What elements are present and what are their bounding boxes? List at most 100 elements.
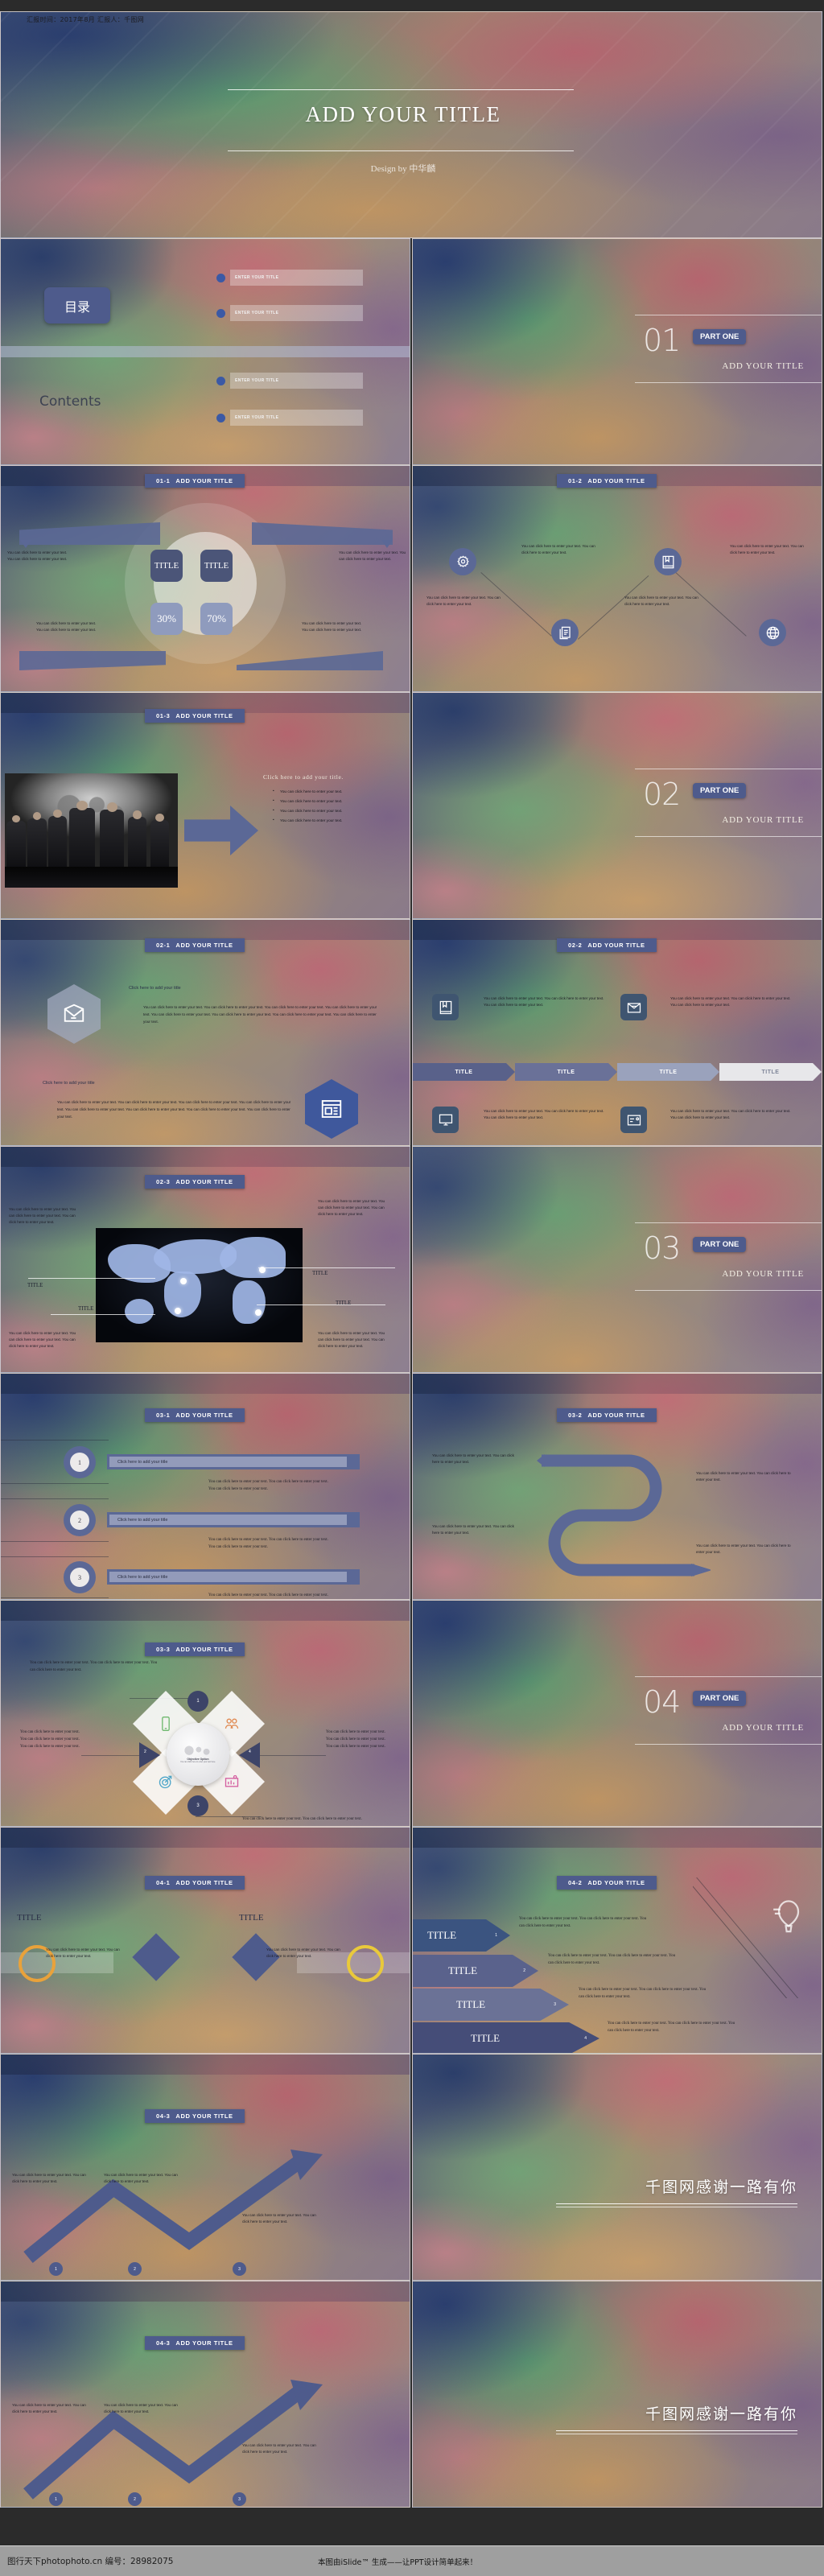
slide-title: ADD YOUR TITLE [175,477,233,484]
arrow-row-3[interactable]: TITLE 3 [413,1989,569,2021]
step-number-3[interactable]: 3 [64,1561,96,1593]
envelope-icon[interactable] [620,994,647,1020]
monitor-icon[interactable] [432,1107,459,1133]
toc-slide: 目录 Contents ENTER YOUR TITLE ENTER YOUR … [0,238,410,465]
section-rule-bottom [635,836,822,837]
toc-item-1[interactable]: ENTER YOUR TITLE [216,270,363,286]
arrow-label-1: TITLE [427,1929,457,1941]
slide-top-band [1,1374,410,1395]
slide-top-band [413,1374,822,1395]
step-text-1: You can click here to enter your text. Y… [521,544,595,555]
rule-decor [1,1498,109,1499]
zigzag-number-1[interactable]: 1 [49,2262,63,2276]
step-number-2[interactable]: 2 [64,1504,96,1536]
section-title: ADD YOUR TITLE [722,1723,804,1733]
slide-header-badge: 01-1 ADD YOUR TITLE [145,474,245,488]
hub-body: You can click here to enter your text he… [179,1761,216,1764]
slide-header-badge: 03-1 ADD YOUR TITLE [145,1408,245,1422]
chevron-step-1[interactable]: TITLE [413,1063,515,1081]
zigzag-number-2[interactable]: 2 [128,2492,142,2506]
toc-item-4[interactable]: ENTER YOUR TITLE [216,410,363,426]
mail-open-icon[interactable] [47,984,101,1044]
section-rule-bottom [635,1290,822,1291]
map-text-tl: You can click here to enter your text. Y… [9,1207,76,1225]
map-pin-4[interactable] [254,1309,262,1316]
chevron-step-4[interactable]: TITLE [719,1063,822,1081]
footer-bar: 图行天下photophoto.cn 编号：28982075 本图由iSlide™… [0,2545,824,2576]
chevron-step-2[interactable]: TITLE [515,1063,617,1081]
curve-text-2: You can click here to enter your text. Y… [696,1471,791,1482]
arrow-row-2[interactable]: TITLE 2 [413,1955,538,1987]
table-surface [5,867,178,888]
map-label-3: TITLE [78,1305,94,1312]
title-rule-top [228,89,574,90]
slide-number: 02-1 [156,942,171,949]
step-text-4: You can click here to enter your text. Y… [624,596,698,607]
pinwheel-text-bottom: You can click here to enter your text. Y… [242,1817,362,1821]
toc-item-2[interactable]: ENTER YOUR TITLE [216,305,363,321]
arrow-row-1[interactable]: TITLE 1 [413,1919,510,1952]
callout-bracket-bl [19,651,166,670]
step-title-3: Click here to add your title [109,1572,347,1582]
documents-icon[interactable] [551,619,579,646]
business-team-photo [5,773,178,888]
toc-item-3[interactable]: ENTER YOUR TITLE [216,373,363,389]
browser-window-icon[interactable] [305,1079,358,1139]
bullet-dot-icon [216,308,225,318]
ring-right [347,1945,384,1982]
zigzag-number-2[interactable]: 2 [128,2262,142,2276]
step-text-2: You can click here to enter your text. Y… [426,596,501,607]
slide-04-3-continued: 04-3 ADD YOUR TITLE You can click here to… [0,2281,410,2508]
zigzag-number-3[interactable]: 3 [233,2262,246,2276]
title-slide: 汇报时间：2017年8月 汇报人：千图网 ADD YOUR TITLE Desi… [0,11,822,238]
arrow-row-4[interactable]: TITLE 4 [413,2022,599,2053]
section-part-badge: PART ONE [693,1691,747,1706]
slide-header-badge: 02-3 ADD YOUR TITLE [145,1175,245,1189]
section-title: ADD YOUR TITLE [722,1269,804,1279]
pinwheel-number-3[interactable]: 3 [187,1795,208,1816]
feature-text-4: You can click here to enter your text. Y… [670,1109,791,1120]
slide-number: 02-2 [568,942,583,949]
step-number-1[interactable]: 1 [64,1446,96,1478]
arrow-index-2: 2 [523,1968,525,1973]
slide-title: ADD YOUR TITLE [175,1879,233,1886]
step-bar-2[interactable]: Click here to add your title [107,1512,360,1527]
slide-01-1: 01-1 ADD YOUR TITLE TITLE TITLE 30% 70% Y… [0,465,410,692]
section-body-2: You can click here to enter your text. Y… [57,1100,291,1119]
arrow-body-1: You can click here to enter your text. Y… [519,1917,647,1928]
title-rule-bottom [228,150,574,151]
step-bar-1[interactable]: Click here to add your title [107,1454,360,1469]
toc-item-label: ENTER YOUR TITLE [230,373,363,389]
leader-line-bl [51,1314,155,1315]
zigzag-number-3[interactable]: 3 [233,2492,246,2506]
book-icon[interactable] [654,548,682,575]
slide-04-3: 04-3 ADD YOUR TITLE You can click here to… [0,2054,410,2281]
pinwheel-hub: Objective Option You can click here to e… [167,1723,229,1786]
right-body: You can click here to enter your text. Y… [266,1947,340,1959]
feature-text-3: You can click here to enter your text. Y… [484,1109,604,1120]
book-icon[interactable] [432,994,459,1020]
zigzag-number-1[interactable]: 1 [49,2492,63,2506]
id-card-icon[interactable] [620,1107,647,1133]
slide-title: ADD YOUR TITLE [175,1412,233,1419]
section-title: ADD YOUR TITLE [722,361,804,371]
balloon-icon [772,1898,805,1941]
step-bar-3[interactable]: Click here to add your title [107,1569,360,1585]
slide-03-2: 03-2 ADD YOUR TITLE You can click here to… [412,1373,822,1600]
leader-line-left [81,1755,147,1756]
right-arrow-icon [184,806,258,855]
slide-top-band [1,2055,410,2075]
slide-number: 01-1 [156,477,171,484]
globe-icon[interactable] [759,619,786,646]
pinwheel-number-1[interactable]: 1 [187,1691,208,1712]
slide-top-band [413,1828,822,1849]
chevron-step-3[interactable]: TITLE [617,1063,719,1081]
slide-top-band [1,1147,410,1168]
pinwheel-number-2: 2 [144,1750,146,1754]
slide-number: 04-2 [568,1879,583,1886]
toc-item-label: ENTER YOUR TITLE [230,410,363,426]
slide-header-badge: 01-2 ADD YOUR TITLE [557,474,657,488]
toc-badge: 目录 [44,287,110,324]
gear-icon[interactable] [449,548,476,575]
thanks-slide-end: 千图网感谢一路有你 [412,2281,822,2508]
